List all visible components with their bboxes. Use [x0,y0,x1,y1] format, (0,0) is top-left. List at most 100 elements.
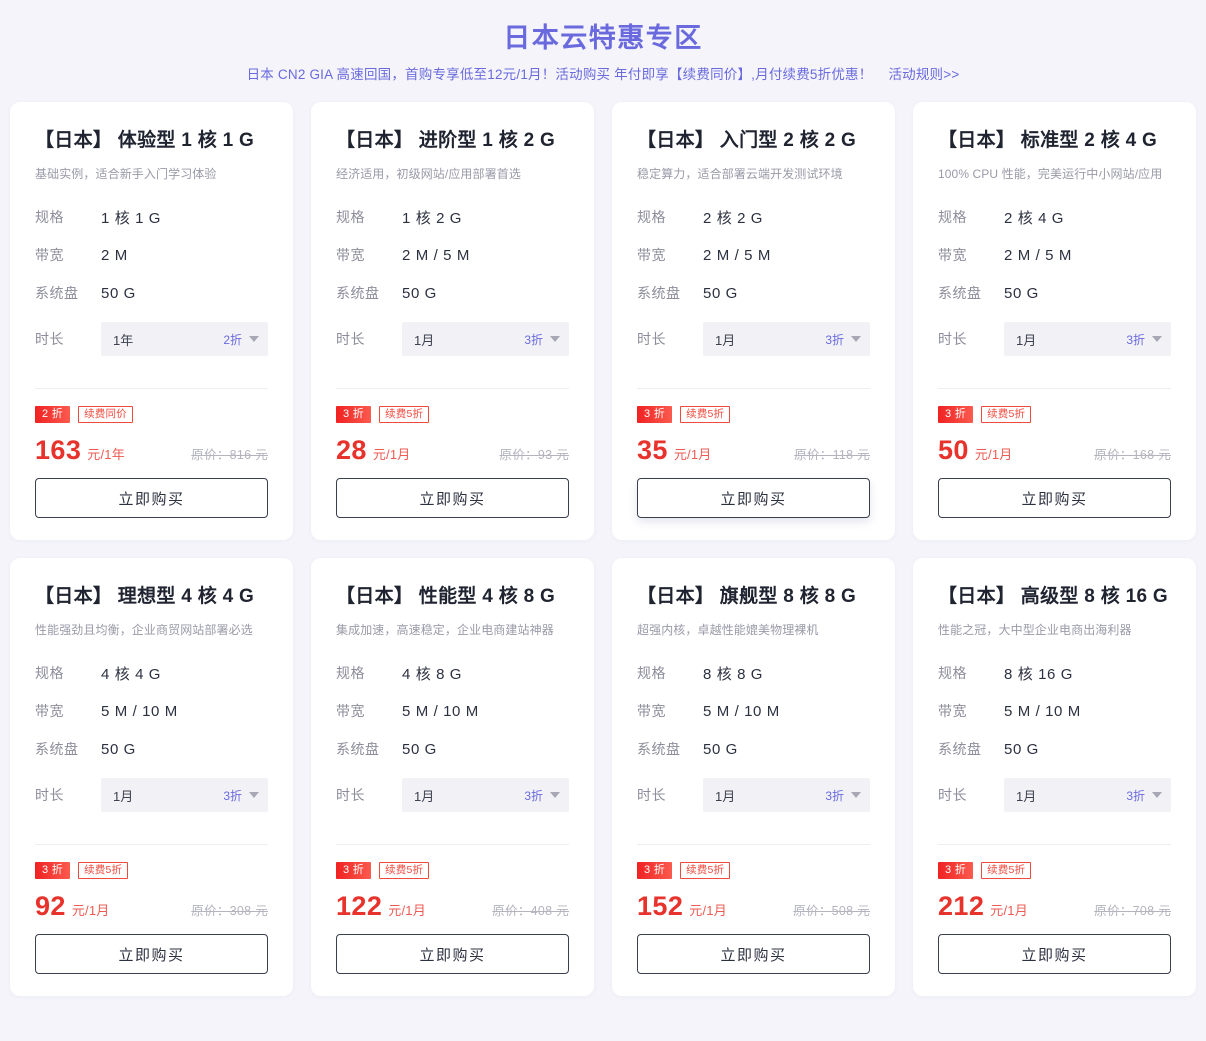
price-unit: 元/1月 [372,447,411,462]
plan-card-7[interactable]: 【日本】 旗舰型 8 核 8 G 超强内核，卓越性能媲美物理裸机 规格 8 核 … [612,558,895,996]
plan-title: 【日本】 体验型 1 核 1 G [35,130,255,151]
duration-selected-value: 1月 [1016,788,1037,804]
duration-selected-value: 1月 [414,788,435,804]
duration-discount-label: 3折 [825,788,844,803]
duration-select[interactable]: 1月 3折 [703,322,870,356]
chevron-down-icon [249,792,259,798]
buy-now-button[interactable]: 立即购买 [637,478,870,518]
duration-select[interactable]: 1月 3折 [1004,322,1171,356]
spec-value-disk: 50 G [101,740,136,758]
discount-badge: 3 折 [637,862,673,879]
plan-card-8[interactable]: 【日本】 高级型 8 核 16 G 性能之冠，大中型企业电商出海利器 规格 8 … [913,558,1196,996]
duration-select[interactable]: 1月 3折 [402,778,569,812]
price-row: 152 元/1月 原价：508 元 [637,891,870,921]
buy-now-button[interactable]: 立即购买 [336,934,569,974]
price-block: 3 折 续费5折 152 元/1月 原价：508 元 立即购买 [637,845,870,974]
original-price: 原价：308 元 [191,904,268,918]
spec-row-bandwidth: 带宽 2 M / 5 M [938,236,1171,274]
plan-card-1[interactable]: 【日本】 体验型 1 核 1 G 基础实例，适合新手入门学习体验 规格 1 核 … [10,102,293,540]
spec-label-bandwidth: 带宽 [637,703,666,719]
buy-now-button[interactable]: 立即购买 [637,934,870,974]
spec-label-disk: 系统盘 [938,741,982,757]
plan-card-2[interactable]: 【日本】 进阶型 1 核 2 G 经济适用，初级网站/应用部署首选 规格 1 核… [311,102,594,540]
duration-select[interactable]: 1年 2折 [101,322,268,356]
chevron-down-icon [851,792,861,798]
price-unit: 元/1年 [87,447,125,462]
original-price: 原价：118 元 [794,448,870,462]
plan-card-6[interactable]: 【日本】 性能型 4 核 8 G 集成加速，高速稳定，企业电商建站神器 规格 4… [311,558,594,996]
plan-card-4[interactable]: 【日本】 标准型 2 核 4 G 100% CPU 性能，完美运行中小网站/应用… [913,102,1196,540]
duration-row: 时长 1月 3折 [336,775,569,815]
duration-select[interactable]: 1月 3折 [402,322,569,356]
buy-now-button[interactable]: 立即购买 [336,478,569,518]
plan-title: 【日本】 高级型 8 核 16 G [938,586,1168,607]
buy-now-button[interactable]: 立即购买 [35,478,268,518]
page-subtitle: 日本 CN2 GIA 高速回国，首购专享低至12元/1月！活动购买 年付即享【续… [0,65,1206,85]
spec-row-disk: 系统盘 50 G [637,274,870,312]
plan-description: 性能强劲且均衡，企业商贸网站部署必选 [35,623,253,637]
duration-row: 时长 1月 3折 [938,775,1171,815]
plan-description: 基础实例，适合新手入门学习体验 [35,167,217,181]
renewal-badge: 续费5折 [379,862,430,879]
spec-row-disk: 系统盘 50 G [938,730,1171,768]
spec-row-bandwidth: 带宽 5 M / 10 M [336,692,569,730]
buy-now-button[interactable]: 立即购买 [938,934,1171,974]
duration-select[interactable]: 1月 3折 [1004,778,1171,812]
price-row: 92 元/1月 原价：308 元 [35,891,268,921]
price-row: 163 元/1年 原价：816 元 [35,435,268,465]
badge-group: 2 折 续费同价 [35,405,268,424]
duration-discount-label: 3折 [825,332,844,347]
duration-row: 时长 1月 3折 [637,319,870,359]
discount-badge: 3 折 [938,406,974,423]
plan-spec-list: 规格 1 核 1 G 带宽 2 M 系统盘 50 G [35,198,268,312]
spec-row-cpu: 规格 2 核 4 G [938,198,1171,236]
price-block: 3 折 续费5折 212 元/1月 原价：708 元 立即购买 [938,845,1171,974]
spec-label-disk: 系统盘 [35,285,79,301]
discount-badge: 3 折 [938,862,974,879]
spec-row-bandwidth: 带宽 2 M / 5 M [637,236,870,274]
renewal-badge: 续费5折 [981,406,1032,423]
spec-label-bandwidth: 带宽 [637,247,666,263]
original-price: 原价：708 元 [1094,904,1171,918]
duration-select[interactable]: 1月 3折 [703,778,870,812]
price-amount: 28 [336,435,367,465]
plan-title: 【日本】 进阶型 1 核 2 G [336,130,556,151]
chevron-down-icon [1152,792,1162,798]
buy-now-button[interactable]: 立即购买 [35,934,268,974]
spec-row-disk: 系统盘 50 G [637,730,870,768]
price-amount: 212 [938,891,985,921]
duration-label: 时长 [35,331,64,347]
spec-value-cpu: 1 核 1 G [101,209,162,227]
discount-badge: 2 折 [35,406,71,423]
plan-description: 100% CPU 性能，完美运行中小网站/应用 [938,167,1163,181]
duration-selected-value: 1月 [113,788,134,804]
buy-now-button[interactable]: 立即购买 [938,478,1171,518]
badge-group: 3 折 续费5折 [35,861,268,880]
plan-title: 【日本】 旗舰型 8 核 8 G [637,586,857,607]
plan-title: 【日本】 性能型 4 核 8 G [336,586,556,607]
spec-row-disk: 系统盘 50 G [336,274,569,312]
plan-card-3[interactable]: 【日本】 入门型 2 核 2 G 稳定算力，适合部署云端开发测试环境 规格 2 … [612,102,895,540]
renewal-badge: 续费5折 [78,862,129,879]
renewal-badge: 续费5折 [379,406,430,423]
spec-label-disk: 系统盘 [938,285,982,301]
duration-selected-value: 1月 [715,788,736,804]
duration-label: 时长 [637,787,666,803]
chevron-down-icon [550,792,560,798]
spec-label-bandwidth: 带宽 [35,247,64,263]
spec-row-bandwidth: 带宽 2 M / 5 M [336,236,569,274]
plan-card-5[interactable]: 【日本】 理想型 4 核 4 G 性能强劲且均衡，企业商贸网站部署必选 规格 4… [10,558,293,996]
activity-rules-link[interactable]: 活动规则>> [888,67,959,82]
spec-row-cpu: 规格 1 核 2 G [336,198,569,236]
original-price: 原价：816 元 [191,448,268,462]
plan-description: 经济适用，初级网站/应用部署首选 [336,167,521,181]
plan-spec-list: 规格 4 核 4 G 带宽 5 M / 10 M 系统盘 50 G [35,654,268,768]
price-block: 3 折 续费5折 28 元/1月 原价：93 元 立即购买 [336,389,569,518]
duration-discount-label: 3折 [524,788,543,803]
duration-select[interactable]: 1月 3折 [101,778,268,812]
spec-label-bandwidth: 带宽 [336,247,365,263]
badge-group: 3 折 续费5折 [637,861,870,880]
spec-label-cpu: 规格 [938,209,967,225]
spec-label-cpu: 规格 [637,209,666,225]
price-unit: 元/1月 [71,903,110,918]
